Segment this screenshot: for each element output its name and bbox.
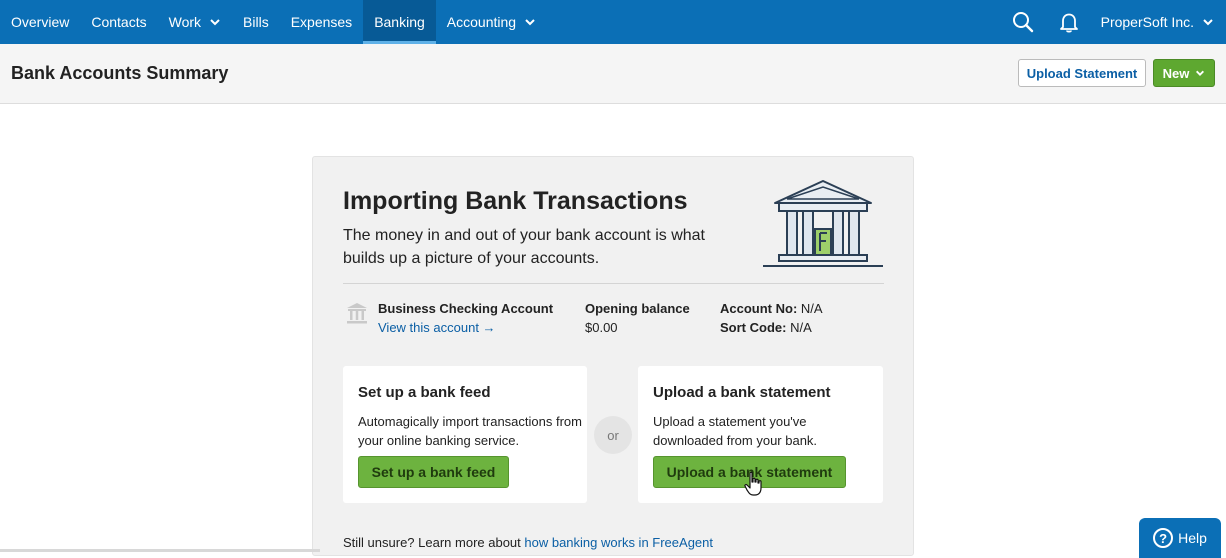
view-account-link[interactable]: View this account → (378, 320, 496, 335)
opening-balance-label: Opening balance (585, 301, 690, 316)
nav-label: Overview (11, 14, 70, 30)
learn-more-text: Still unsure? Learn more about how banki… (343, 535, 713, 550)
nav-expenses[interactable]: Expenses (280, 0, 363, 44)
company-menu[interactable]: ProperSoft Inc. (1101, 14, 1214, 30)
nav-accounting[interactable]: Accounting (436, 0, 547, 44)
bank-statement-description: Upload a statement you've downloaded fro… (653, 414, 818, 448)
bank-feed-description: Automagically import transactions from y… (358, 414, 582, 448)
company-name: ProperSoft Inc. (1100, 14, 1194, 30)
bank-statement-title: Upload a bank statement (653, 384, 831, 401)
opening-balance-value: $0.00 (585, 320, 618, 335)
question-icon: ? (1153, 528, 1174, 548)
sort-code-value: N/A (790, 320, 812, 335)
learn-more-prefix: Still unsure? Learn more about (343, 535, 525, 550)
upload-statement-button[interactable]: Upload Statement (1018, 59, 1146, 87)
sort-code-label: Sort Code: (720, 320, 787, 335)
nav-overview[interactable]: Overview (0, 0, 80, 44)
card-description: The money in and out of your bank accoun… (343, 227, 705, 267)
new-button-label: New (1162, 65, 1190, 81)
chevron-down-icon (1196, 70, 1205, 76)
nav-bills[interactable]: Bills (232, 0, 280, 44)
nav-label: Accounting (446, 14, 517, 30)
import-transactions-card: Importing Bank Transactions The money in… (312, 156, 914, 556)
search-icon[interactable] (1011, 10, 1035, 34)
upload-bank-statement-button[interactable]: Upload a bank statement (653, 456, 846, 488)
or-separator: or (594, 416, 632, 454)
page-header: Bank Accounts Summary Upload Statement N… (0, 44, 1226, 104)
account-number: Account No: N/A (720, 301, 823, 316)
nav-work[interactable]: Work (158, 0, 232, 44)
help-label: Help (1178, 530, 1207, 546)
account-no-label: Account No: (720, 301, 798, 316)
help-button[interactable]: ? Help (1139, 518, 1221, 558)
chevron-down-icon (525, 19, 535, 26)
new-button[interactable]: New (1153, 59, 1215, 87)
account-no-value: N/A (800, 301, 823, 316)
account-name: Business Checking Account (378, 301, 554, 316)
nav-label: Banking (374, 14, 425, 30)
nav-contacts[interactable]: Contacts (80, 0, 157, 44)
bank-building-illustration (763, 180, 883, 267)
upload-statement-label: Upload Statement (1026, 65, 1138, 81)
divider (343, 283, 884, 284)
bank-feed-option: Set up a bank feed Automagically import … (343, 366, 587, 503)
page-title: Bank Accounts Summary (11, 63, 229, 83)
setup-bank-feed-button[interactable]: Set up a bank feed (358, 456, 509, 488)
nav-label: Work (168, 14, 202, 30)
bank-icon (347, 303, 367, 324)
nav-label: Expenses (290, 14, 353, 30)
chevron-down-icon (1203, 19, 1213, 26)
chevron-down-icon (210, 19, 220, 26)
top-navigation: Overview Contacts Work Bills Expenses Ba… (0, 0, 1226, 44)
nav-banking[interactable]: Banking (363, 0, 436, 44)
sort-code: Sort Code: N/A (720, 320, 812, 335)
banking-help-link[interactable]: how banking works in FreeAgent (524, 535, 713, 550)
bank-feed-title: Set up a bank feed (358, 384, 491, 401)
nav-label: Contacts (91, 14, 147, 30)
nav-label: Bills (243, 14, 269, 30)
bell-icon[interactable] (1057, 10, 1081, 34)
nav-right-group: ProperSoft Inc. (1011, 0, 1226, 44)
bank-statement-option: Upload a bank statement Upload a stateme… (638, 366, 883, 503)
card-title: Importing Bank Transactions (343, 187, 688, 215)
